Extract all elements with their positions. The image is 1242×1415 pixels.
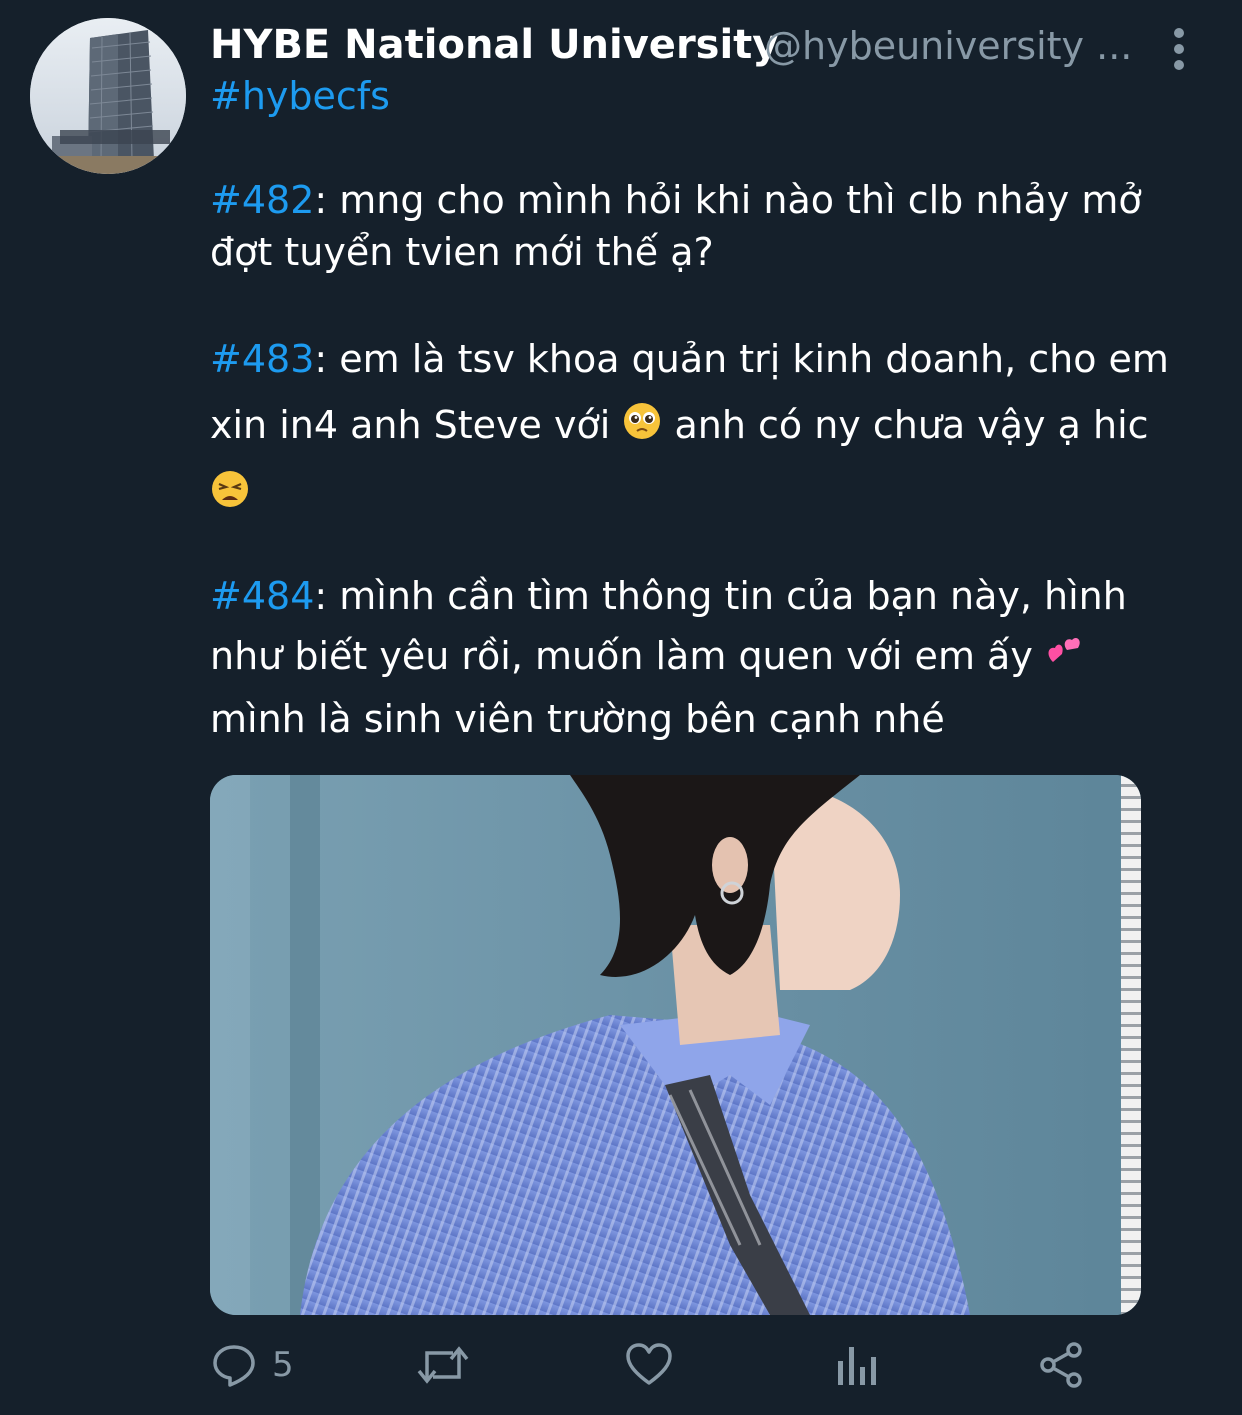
share-icon bbox=[1040, 1342, 1082, 1388]
pleading-face-icon bbox=[622, 395, 662, 461]
retweet-button[interactable] bbox=[415, 1335, 471, 1395]
reply-icon bbox=[213, 1345, 255, 1387]
tweet-header: HYBE National University @hybeuniversity… bbox=[210, 18, 1210, 78]
analytics-button[interactable] bbox=[832, 1335, 880, 1395]
confession-text-continued: anh có ny chưa vậy ạ hic bbox=[662, 403, 1149, 447]
building-photo bbox=[30, 18, 186, 174]
like-button[interactable] bbox=[624, 1335, 674, 1395]
confession-tag[interactable]: #483 bbox=[210, 337, 314, 381]
display-name[interactable]: HYBE National University bbox=[210, 22, 778, 68]
more-vertical-icon bbox=[1174, 28, 1184, 70]
reply-count: 5 bbox=[272, 1345, 294, 1385]
confession-tag[interactable]: #484 bbox=[210, 574, 314, 618]
tweet-actions: 5 bbox=[210, 1335, 1110, 1395]
more-options-button[interactable] bbox=[1164, 22, 1194, 72]
confession-tag[interactable]: #482 bbox=[210, 178, 314, 222]
share-button[interactable] bbox=[1038, 1335, 1086, 1395]
like-icon bbox=[626, 1343, 672, 1385]
confession-482: #482: mng cho mình hỏi khi nào thì clb n… bbox=[210, 174, 1200, 278]
tweet-photo[interactable] bbox=[210, 775, 1141, 1315]
avatar[interactable] bbox=[30, 18, 186, 174]
confession-text: : mng cho mình hỏi khi nào thì clb nhảy … bbox=[210, 178, 1142, 274]
retweet-icon bbox=[417, 1346, 469, 1384]
hashtag-link[interactable]: #hybecfs bbox=[210, 74, 390, 118]
reply-button[interactable]: 5 bbox=[210, 1335, 294, 1395]
confession-text: : mình cần tìm thông tin của bạn này, hì… bbox=[210, 574, 1127, 678]
handle[interactable]: @hybeuniversity ... bbox=[764, 24, 1132, 68]
confession-484: #484: mình cần tìm thông tin của bạn này… bbox=[210, 566, 1200, 749]
two-hearts-icon bbox=[1045, 629, 1085, 689]
photo-content bbox=[210, 775, 1141, 1315]
confession-483: #483: em là tsv khoa quản trị kinh doanh… bbox=[210, 326, 1200, 529]
weary-face-icon bbox=[210, 463, 250, 529]
analytics-icon bbox=[838, 1347, 876, 1385]
confession-text-continued: mình là sinh viên trường bên cạnh nhé bbox=[210, 696, 945, 741]
